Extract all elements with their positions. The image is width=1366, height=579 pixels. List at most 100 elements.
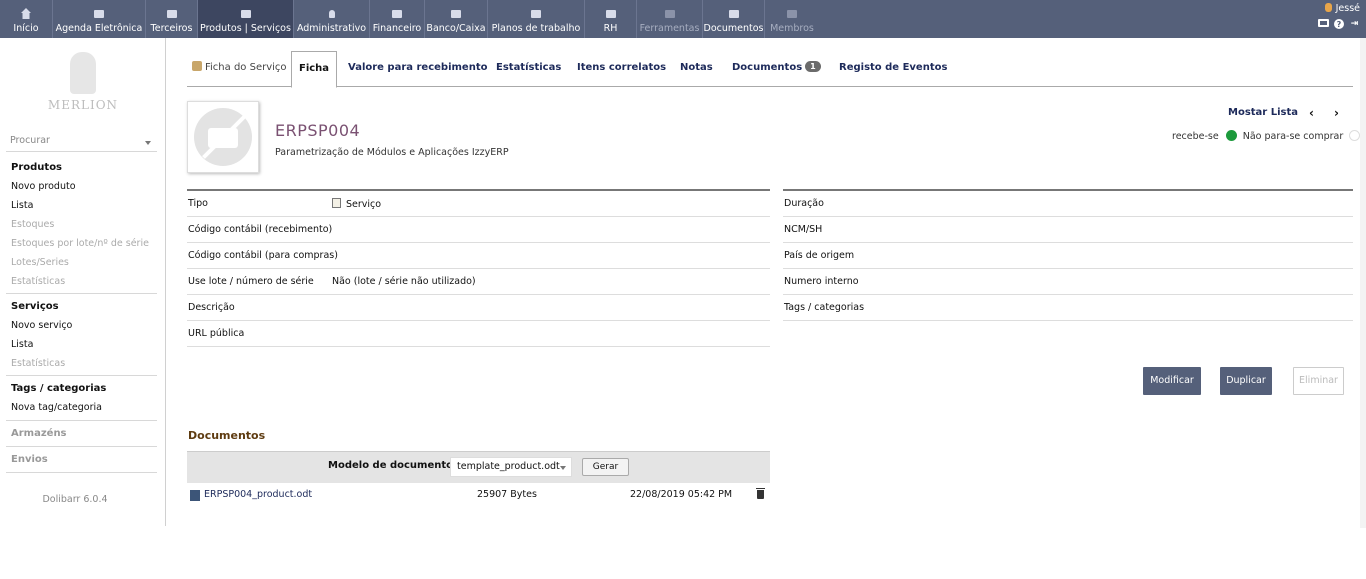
admin-icon: [326, 8, 338, 19]
sidebar-item-novo-servico[interactable]: Novo serviço: [0, 316, 157, 335]
tab-documentos[interactable]: Documentos 1: [732, 51, 821, 87]
user-link[interactable]: Jessé: [1318, 3, 1360, 14]
members-icon: [786, 8, 798, 19]
tab-itens-correlatos[interactable]: Itens correlatos: [577, 51, 666, 87]
product-photo-placeholder[interactable]: [187, 101, 259, 173]
document-model-select[interactable]: template_product.odt: [450, 457, 572, 477]
sidebar-item-estatisticas-produtos: Estatísticas: [11, 276, 66, 287]
field-label: Numero interno: [784, 276, 859, 287]
sidebar-item-novo-produto[interactable]: Novo produto: [0, 177, 157, 196]
logout-icon[interactable]: ⇥: [1349, 19, 1360, 29]
field-label: Código contábil (recebimento): [188, 224, 333, 235]
field-label: Código contábil (para compras): [188, 250, 338, 261]
user-area: Jessé ? ⇥: [1318, 3, 1360, 29]
sidebar-item-lotes-series: Lotes/Series: [11, 257, 69, 268]
sidebar-section-armazens: Armazéns: [0, 424, 157, 443]
field-label: URL pública: [188, 328, 245, 339]
menu-financeiro[interactable]: Financeiro: [370, 0, 425, 38]
field-label: Descrição: [188, 302, 235, 313]
help-icon[interactable]: ?: [1334, 19, 1344, 29]
field-row-pais-origem: País de origem: [783, 243, 1353, 269]
top-menu: Início Agenda Eletrônica Terceiros Produ…: [0, 0, 1366, 38]
tab-registo-eventos[interactable]: Registo de Eventos: [839, 51, 947, 87]
user-icon: [1324, 3, 1332, 12]
document-file-date: 22/08/2019 05:42 PM: [630, 489, 733, 500]
menu-banco-caixa[interactable]: Banco/Caixa: [425, 0, 488, 38]
search-placeholder: Procurar: [10, 135, 50, 146]
show-list-link[interactable]: Mostar Lista: [1228, 107, 1298, 118]
documents-section-title: Documentos: [188, 429, 266, 442]
tab-notas[interactable]: Notas: [680, 51, 713, 87]
status-sell-label: recebe-se: [1172, 131, 1219, 142]
sidebar-divider: [6, 420, 157, 421]
field-label: Duração: [784, 198, 824, 209]
tab-ficha[interactable]: Ficha: [291, 51, 338, 88]
search-select[interactable]: Procurar: [6, 134, 156, 152]
duplicate-button[interactable]: Duplicar: [1220, 367, 1272, 395]
menu-administrativo[interactable]: Administrativo: [294, 0, 370, 38]
status-sell-on-icon[interactable]: [1225, 130, 1237, 141]
print-icon[interactable]: [1318, 19, 1329, 27]
tab-estatisticas[interactable]: Estatísticas: [496, 51, 561, 87]
sidebar-section-title[interactable]: Serviços: [0, 297, 157, 316]
service-doc-icon: [332, 197, 341, 208]
sidebar-item-lista-servicos[interactable]: Lista: [0, 335, 157, 354]
status-area: recebe-se Não para-se comprar: [1172, 130, 1361, 142]
field-row-tags: Tags / categorias: [783, 295, 1353, 321]
menu-inicio[interactable]: Início: [0, 0, 53, 38]
field-value-text: Serviço: [346, 198, 382, 210]
product-ref: ERPSP004: [275, 121, 361, 140]
menu-produtos-servicos[interactable]: Produtos | Serviços: [198, 0, 294, 38]
field-row-tipo: Tipo Serviço: [187, 191, 770, 217]
page-scrollbar[interactable]: [1360, 38, 1366, 528]
menu-membros: Membros: [765, 0, 819, 38]
tab-ficha-do-servico[interactable]: Ficha do Serviço: [192, 51, 287, 87]
field-row-numero-interno: Numero interno: [783, 269, 1353, 295]
menu-agenda[interactable]: Agenda Eletrônica: [53, 0, 146, 38]
status-buy-label: Não para-se comprar: [1242, 131, 1344, 142]
field-label: NCM/SH: [784, 224, 823, 235]
generate-button[interactable]: Gerar: [582, 458, 629, 476]
home-icon: [20, 8, 32, 19]
sidebar-section-title: Armazéns: [11, 428, 67, 439]
sidebar-section-title[interactable]: Produtos: [0, 158, 157, 177]
tab-valores-recebimento[interactable]: Valore para recebimento: [348, 51, 487, 87]
sidebar-item-nova-tag[interactable]: Nova tag/categoria: [0, 398, 157, 417]
sidebar-item-lista-produtos[interactable]: Lista: [0, 196, 157, 215]
modify-button[interactable]: Modificar: [1143, 367, 1201, 395]
trash-icon[interactable]: [756, 488, 765, 499]
hr-icon: [605, 8, 617, 19]
menu-planos-de-trabalho[interactable]: Planos de trabalho: [488, 0, 585, 38]
sidebar-item-estoques-por-lote: Estoques por lote/nº de série: [11, 238, 149, 249]
document-file-link[interactable]: ERPSP004_product.odt: [204, 489, 312, 500]
documents-icon: [728, 8, 740, 19]
previous-record-icon[interactable]: ‹: [1309, 106, 1314, 120]
document-file-size: 25907 Bytes: [477, 489, 537, 500]
field-row-codigo-compras: Código contábil (para compras): [187, 243, 770, 269]
chevron-down-icon: [560, 466, 566, 470]
menu-documentos[interactable]: Documentos: [703, 0, 765, 38]
bank-icon: [450, 8, 462, 19]
buildings-icon: [166, 8, 178, 19]
field-row-descricao: Descrição: [187, 295, 770, 321]
sidebar-section-title: Envios: [11, 454, 48, 465]
sidebar-section-produtos: Produtos Novo produto Lista Estoques Est…: [0, 158, 157, 291]
sidebar-divider: [6, 446, 157, 447]
field-label: Use lote / número de série: [188, 276, 314, 287]
field-label: País de origem: [784, 250, 855, 261]
sidebar-section-tags: Tags / categorias Nova tag/categoria: [0, 379, 157, 417]
document-model-value: template_product.odt: [457, 461, 560, 472]
top-menu-bar: Início Agenda Eletrônica Terceiros Produ…: [0, 0, 1366, 38]
user-tools: ? ⇥: [1318, 19, 1360, 29]
sidebar-section-title[interactable]: Tags / categorias: [0, 379, 157, 398]
menu-terceiros[interactable]: Terceiros: [146, 0, 198, 38]
field-row-codigo-recebimento: Código contábil (recebimento): [187, 217, 770, 243]
left-sidebar: MERLION Procurar Produtos Novo produto L…: [0, 38, 166, 526]
sidebar-divider: [6, 472, 157, 473]
tools-icon: [664, 8, 676, 19]
menu-rh[interactable]: RH: [585, 0, 637, 38]
next-record-icon[interactable]: ›: [1334, 106, 1339, 120]
document-model-label: Modelo de documento: [328, 460, 454, 471]
status-buy-off-icon[interactable]: [1349, 130, 1361, 141]
company-logo[interactable]: MERLION: [0, 50, 166, 120]
